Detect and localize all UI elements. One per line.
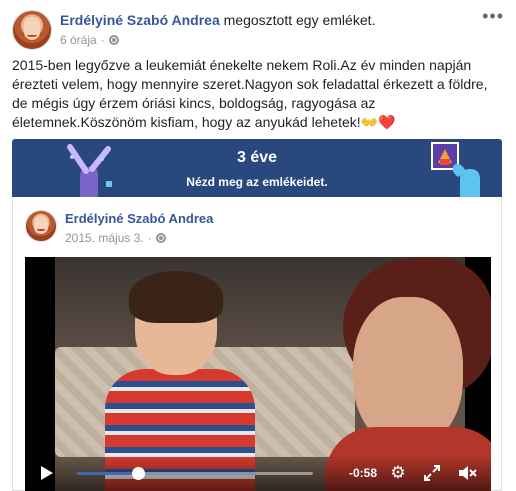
avatar-face	[34, 220, 48, 234]
globe-icon	[108, 35, 119, 45]
post-action-text: megosztott egy emléket.	[223, 12, 376, 28]
settings-gear-icon[interactable]: ⚙	[389, 464, 407, 482]
video-frame-woman-face	[353, 297, 463, 447]
shared-post-date[interactable]: 2015. május 3.	[65, 231, 144, 245]
author-name-link[interactable]: Erdélyiné Szabó Andrea	[60, 12, 220, 28]
post-card: Erdélyiné Szabó Andrea megosztott egy em…	[0, 0, 516, 491]
shared-author-avatar[interactable]	[25, 210, 57, 242]
open-hands-emoji: 👐	[360, 114, 379, 130]
seek-handle[interactable]	[132, 467, 146, 480]
post-text-main: 2015-ben legyőzve a leukemiát énekelte n…	[12, 57, 488, 130]
shared-author-name-link[interactable]: Erdélyiné Szabó Andrea	[65, 211, 213, 226]
avatar-face	[23, 22, 41, 40]
heart-emoji: ❤️	[378, 114, 396, 130]
photo-hand-illustration-icon	[431, 142, 480, 197]
post-timestamp[interactable]: 6 órája	[60, 33, 97, 47]
seek-bar[interactable]	[77, 467, 313, 480]
globe-icon	[155, 233, 166, 243]
volume-muted-icon[interactable]	[457, 464, 477, 482]
shared-memory-post: Erdélyiné Szabó Andrea 2015. május 3. · …	[12, 197, 502, 491]
post-meta: 6 órája ·	[60, 33, 119, 47]
shared-post-meta: 2015. május 3. ·	[65, 231, 166, 245]
video-player[interactable]: -0:58 ⚙	[25, 257, 491, 491]
author-avatar[interactable]	[12, 10, 52, 50]
seek-progress	[77, 472, 139, 475]
avatar-smile	[26, 33, 38, 37]
play-icon[interactable]	[41, 466, 53, 480]
fullscreen-icon[interactable]	[423, 464, 441, 482]
post-header: Erdélyiné Szabó Andrea megosztott egy em…	[60, 12, 375, 28]
more-dots-icon[interactable]: •••	[482, 6, 504, 27]
video-controls: -0:58 ⚙	[25, 455, 491, 491]
memory-banner[interactable]: 3 éve Nézd meg az emlékeidet.	[12, 139, 502, 197]
time-remaining: -0:58	[349, 466, 378, 480]
video-frame-boy-hair	[129, 271, 223, 323]
post-body-text: 2015-ben legyőzve a leukemiát énekelte n…	[12, 56, 506, 132]
